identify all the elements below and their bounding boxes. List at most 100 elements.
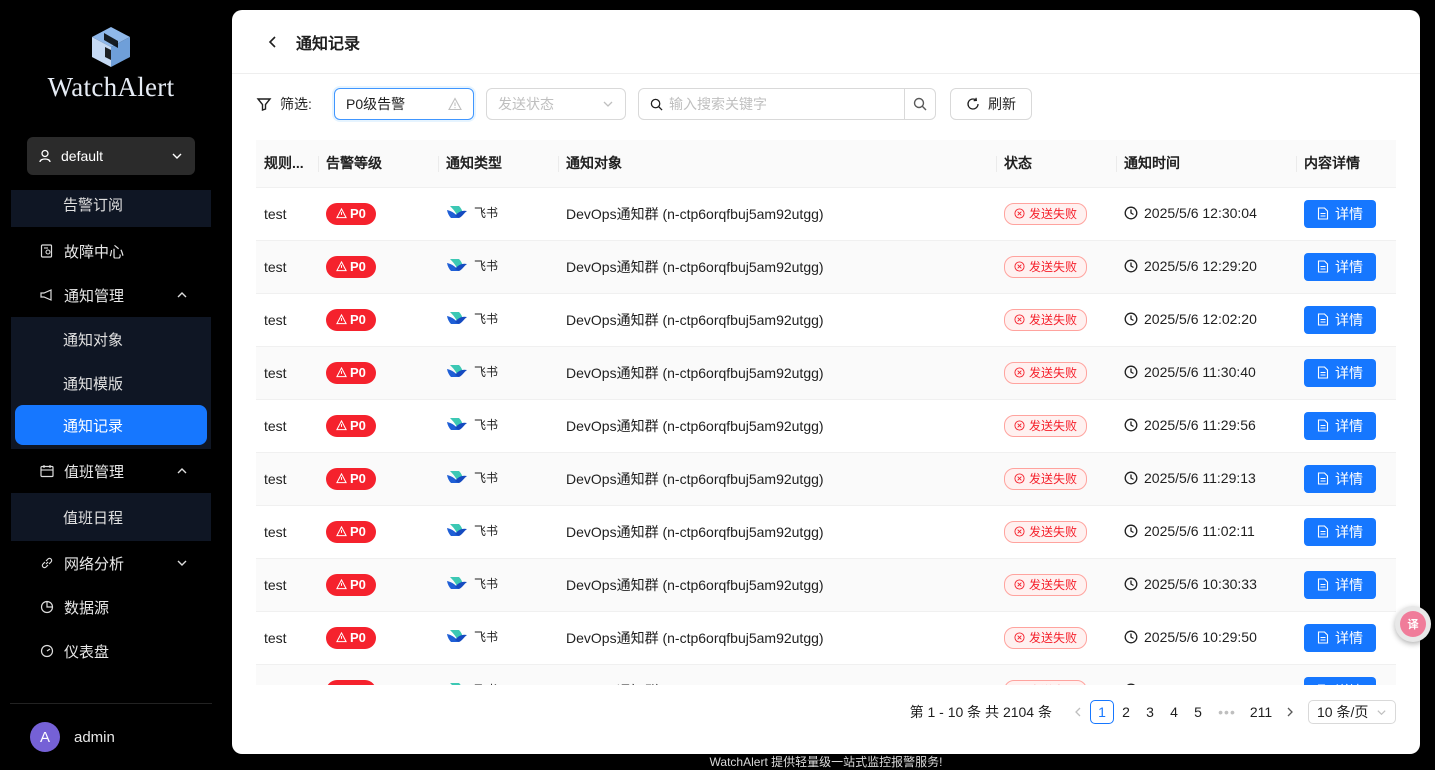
feishu-logo-icon [447,577,467,590]
menu-item-label: 通知记录 [63,417,124,435]
submenu-notify: 通知对象 通知模版 通知记录 [11,317,211,449]
notify-type-label: 飞书 [474,681,498,685]
feishu-logo-icon [450,683,461,685]
back-arrow-icon[interactable] [266,35,280,49]
status-badge: 发送失败 [1004,308,1088,331]
type-cell: 飞书 [438,505,558,559]
user-profile[interactable]: A admin [10,703,212,770]
detail-button[interactable]: 详情 [1304,464,1376,493]
warning-icon [336,526,347,537]
detail-button[interactable]: 详情 [1304,570,1376,599]
status-cell: 发送失败 [996,346,1116,400]
menu-item-dashboard[interactable]: 仪表盘 [0,629,222,673]
type-cell: 飞书 [438,452,558,506]
detail-label: 详情 [1335,258,1363,275]
user-switch-icon [39,149,51,163]
notify-time: 2025/5/6 10:29:50 [1124,629,1257,645]
target-cell: DevOps通知群 (n-ctp6orqfbuj5am92utgg) [558,293,996,347]
type-cell: 飞书 [438,399,558,453]
level-badge: P0 [326,202,376,225]
next-page-icon[interactable] [1278,700,1302,724]
menu-item-network[interactable]: 网络分析 [0,541,222,585]
close-circle-icon [1014,526,1025,537]
time-text: 2025/5/6 11:02:11 [1144,522,1255,539]
refresh-button[interactable]: 刷新 [950,88,1032,120]
menu-item-label: 值班日程 [63,509,124,527]
logo: WatchAlert [0,24,222,103]
search-input[interactable]: 输入搜索关键字 [639,89,904,119]
page-3[interactable]: 3 [1138,700,1162,724]
status-badge: 发送失败 [1004,361,1088,384]
page-2[interactable]: 2 [1114,700,1138,724]
notify-target: DevOps通知群 (n-ctp6orqfbuj5am92utgg) [566,311,824,328]
menu-item-datasource[interactable]: 数据源 [0,585,222,629]
prev-page-icon[interactable] [1066,700,1090,724]
send-status-select[interactable]: 发送状态 [486,88,626,120]
detail-button[interactable]: 详情 [1304,305,1376,334]
detail-button[interactable]: 详情 [1304,676,1376,685]
menu-item-notify-objects[interactable]: 通知对象 [11,317,211,361]
level-badge: P0 [326,308,376,331]
level-text: P0 [350,471,366,486]
menu-item-duty-schedule[interactable]: 值班日程 [11,495,211,539]
table-row: test P0 飞书 DevOps通知群 (n-ctp6orqfbuj5am92utg… [256,293,1396,347]
page-last[interactable]: 211 [1244,700,1278,724]
menu-item-fault-center[interactable]: 故障中心 [0,229,222,273]
page-1[interactable]: 1 [1090,700,1114,724]
menu-item-notify-templates[interactable]: 通知模版 [11,361,211,405]
type-cell: 飞书 [438,664,558,685]
column-header-rule[interactable]: 规则... [256,140,318,188]
warning-icon [336,420,347,431]
status-badge: 发送失败 [1004,255,1088,278]
type-cell: 飞书 [438,240,558,294]
menu-item-alert-subscribe[interactable]: 告警订阅 [11,190,211,218]
level-badge: P0 [326,255,376,278]
target-cell: DevOps通知群 (n-ctp6orqfbuj5am92utgg) [558,399,996,453]
target-cell: DevOps通知群 (n-ctp6orqfbuj5am92utgg) [558,558,996,612]
notify-type-label: 飞书 [474,205,499,220]
detail-label: 详情 [1335,205,1363,222]
search-button[interactable] [904,89,935,119]
target-cell: DevOps通知群 (n-ctp6orqfbuj5am92utgg) [558,611,996,665]
detail-cell: 详情 [1296,664,1396,685]
notify-type: 飞书 [446,310,498,327]
menu-item-notify-mgmt[interactable]: 通知管理 [0,273,222,317]
clock-icon [1124,365,1138,378]
alert-level-select[interactable]: P0级告警 [334,88,474,120]
menu-item-notify-records[interactable]: 通知记录 [15,405,207,445]
level-text: P0 [350,524,366,539]
notify-type-label: 飞书 [474,470,499,485]
chevron-down-icon [172,153,182,159]
detail-button[interactable]: 详情 [1304,199,1376,228]
level-badge: P0 [326,679,376,685]
notification-icon [40,289,52,301]
detail-button[interactable]: 详情 [1304,252,1376,281]
notify-type-label: 飞书 [474,576,499,591]
detail-button[interactable]: 详情 [1304,517,1376,546]
status-text: 发送失败 [1029,578,1078,592]
status-badge: 发送失败 [1004,573,1088,596]
translate-float-button[interactable]: 译 [1395,606,1431,642]
notify-target: DevOps通知群 (n-ctp6orqfbuj5am92utgg) [566,364,824,381]
time-cell: 2025/5/6 12:29:20 [1116,240,1296,294]
file-text-icon [1317,366,1329,379]
column-header-detail: 内容详情 [1296,140,1396,188]
notify-type: 飞书 [446,363,498,380]
level-text: P0 [350,259,366,274]
type-cell: 飞书 [438,293,558,347]
pagination-total: 第 1 - 10 条 共 2104 条 [909,704,1052,720]
page-5[interactable]: 5 [1186,700,1210,724]
detail-button[interactable]: 详情 [1304,358,1376,387]
notify-type: 飞书 [446,628,498,645]
notify-time: 2025/5/6 11:29:56 [1124,417,1256,433]
page-4[interactable]: 4 [1162,700,1186,724]
menu-item-duty-mgmt[interactable]: 值班管理 [0,449,222,493]
jump-next-ellipsis[interactable]: ••• [1210,700,1244,724]
column-header-type: 通知类型 [438,140,558,188]
menu-item-label: 通知模版 [63,375,124,393]
detail-button[interactable]: 详情 [1304,411,1376,440]
detail-button[interactable]: 详情 [1304,623,1376,652]
tenant-selector[interactable]: default [27,137,195,175]
page-size-select[interactable]: 10 条/页 [1308,700,1396,724]
menu-item-label: 通知对象 [63,331,124,349]
